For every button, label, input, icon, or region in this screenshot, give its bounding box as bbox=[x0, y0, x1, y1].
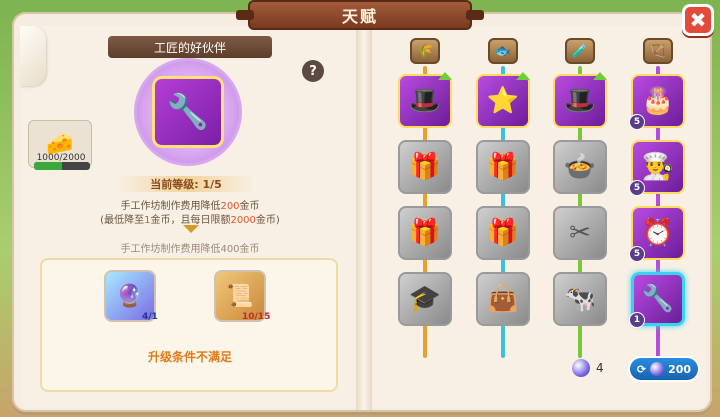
effect-text: (最低降至 bbox=[100, 215, 145, 226]
gift-bag-icon[interactable]: 🎁 bbox=[398, 206, 452, 260]
gift-bag-icon[interactable]: 🎁 bbox=[476, 140, 530, 194]
wrench-heart-icon: 🔧 bbox=[152, 76, 224, 148]
fish-icon: 🐟 bbox=[488, 38, 518, 64]
upgrade-condition-text: 升级条件不满足 bbox=[147, 350, 232, 364]
resource-progress-bar bbox=[34, 162, 90, 170]
talent-name: 工匠的好伙伴 bbox=[108, 36, 272, 58]
gift-bag-icon[interactable]: 🎁 bbox=[398, 140, 452, 194]
refresh-icon: ⟳ bbox=[636, 362, 647, 376]
talent-effect-line1: 手工作坊制作费用降低200金币 bbox=[40, 197, 340, 212]
effect-unit: 金币) bbox=[255, 215, 280, 226]
talent-effect-line2: (最低降至1金币，且每日限额2000金币) bbox=[40, 211, 340, 226]
witch-hat-icon[interactable]: 🎩 bbox=[553, 74, 607, 128]
close-button[interactable]: ✖ bbox=[682, 4, 714, 36]
upgrade-arrow-icon bbox=[438, 72, 452, 80]
orb-count: 4/1 bbox=[142, 312, 158, 322]
reset-cost: 200 bbox=[668, 362, 692, 376]
talent-level-badge: 5 bbox=[629, 180, 645, 196]
page-curl bbox=[20, 26, 46, 86]
gem-icon bbox=[572, 359, 590, 377]
scroll-count: 10/15 bbox=[242, 312, 271, 322]
potion-icon: 🧪 bbox=[565, 38, 595, 64]
upgrade-cost-panel bbox=[40, 258, 338, 392]
help-button[interactable]: ? bbox=[302, 60, 324, 82]
talent-level-badge: 5 bbox=[629, 246, 645, 262]
bag-icon[interactable]: 👜 bbox=[476, 272, 530, 326]
talent-level-badge: 5 bbox=[629, 114, 645, 130]
effect-value: 2000 bbox=[230, 215, 256, 226]
arrow-sign-icon: 🏹 bbox=[643, 38, 673, 64]
current-level: 当前等级: 1/5 bbox=[118, 176, 254, 192]
gem-icon bbox=[650, 362, 665, 376]
upgrade-arrow-icon bbox=[593, 72, 607, 80]
book-spine bbox=[356, 30, 372, 410]
witch-hat-icon[interactable]: 🎩 bbox=[398, 74, 452, 128]
cow-icon[interactable]: 🐄 bbox=[553, 272, 607, 326]
graduation-cap-icon[interactable]: 🎓 bbox=[398, 272, 452, 326]
shears-icon[interactable]: ✂ bbox=[553, 206, 607, 260]
resource-progress-fill bbox=[34, 162, 62, 170]
gift-bag-icon[interactable]: 🎁 bbox=[476, 206, 530, 260]
next-level-effect: 手工作坊制作费用降低400金币 bbox=[120, 244, 260, 255]
pot-icon[interactable]: 🍲 bbox=[553, 140, 607, 194]
gem-counter: 4 bbox=[572, 358, 604, 378]
reset-talents-button[interactable]: ⟳ 200 bbox=[628, 356, 700, 382]
wheat-icon: 🌾 bbox=[410, 38, 440, 64]
talent-level-badge: 1 bbox=[629, 312, 645, 328]
window-title: 天赋 bbox=[236, 0, 484, 30]
gem-count-value: 4 bbox=[596, 361, 604, 375]
star-icon[interactable]: ⭐ bbox=[476, 74, 530, 128]
chevron-down-icon bbox=[183, 225, 199, 233]
upgrade-arrow-icon bbox=[516, 72, 530, 80]
